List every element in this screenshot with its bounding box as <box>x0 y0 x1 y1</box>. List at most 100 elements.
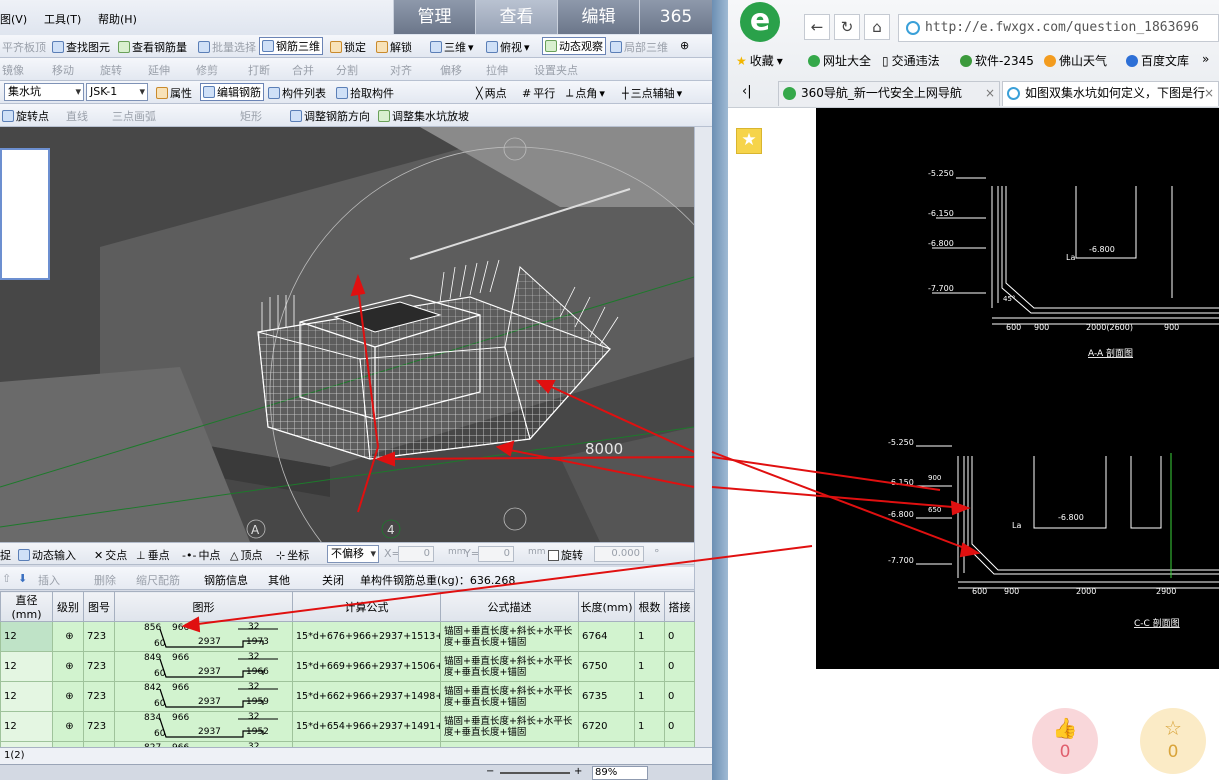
cell-formula[interactable]: 15*d+654+966+2937+1491+41*d <box>292 711 441 742</box>
col-lap[interactable]: 搭接 <box>664 591 695 622</box>
bookmark-software[interactable]: 软件-2345 <box>960 52 1034 69</box>
col-grade[interactable]: 级别 <box>52 591 84 622</box>
col-length[interactable]: 长度(mm) <box>578 591 635 622</box>
tab-question[interactable]: 如图双集水坑如何定义，下图是行 × <box>1002 81 1219 106</box>
y-input[interactable]: 0 <box>478 546 514 562</box>
cell-length[interactable]: 6750 <box>578 651 635 682</box>
two-point-button[interactable]: ╳ 两点 <box>476 85 507 101</box>
cell-grade[interactable]: ⊕ <box>52 651 84 682</box>
refresh-icon[interactable]: ↻ <box>834 14 860 40</box>
insert-button[interactable]: 插入 <box>38 572 60 588</box>
cell-description[interactable]: 锚固+垂直长度+斜长+水平长度+垂直长度+锚固 <box>440 711 579 742</box>
zoom-out-icon[interactable]: − <box>486 766 494 777</box>
bookmark-traffic[interactable]: ▯ 交通违法 <box>882 52 940 69</box>
other-dropdown[interactable]: 其他 <box>268 572 290 588</box>
move-button[interactable]: 移动 <box>52 62 74 78</box>
delete-button[interactable]: 删除 <box>94 572 116 588</box>
zoom-select[interactable]: 89% <box>592 766 648 780</box>
properties-button[interactable]: 属性 <box>156 85 192 101</box>
cell-shape[interactable]: 856 966 32 60 2937 1973 <box>114 621 293 652</box>
rebar-info-button[interactable]: 钢筋信息 <box>204 572 248 588</box>
more-icon[interactable]: ⊕ <box>680 39 689 52</box>
rotate-checkbox[interactable]: 旋转 <box>548 547 583 563</box>
extend-button[interactable]: 延伸 <box>148 62 170 78</box>
align-button[interactable]: 对齐 <box>390 62 412 78</box>
parallel-button[interactable]: # 平行 <box>522 85 555 101</box>
cell-figure-no[interactable]: 723 <box>83 651 115 682</box>
offset-button[interactable]: 偏移 <box>440 62 462 78</box>
midpoint-snap-button[interactable]: -•- 中点 <box>182 547 220 563</box>
favorite-button[interactable]: ☆ 0 <box>1140 708 1206 774</box>
cell-length[interactable]: 6764 <box>578 621 635 652</box>
find-element-button[interactable]: 查找图元 <box>52 39 110 55</box>
bookmark-weather[interactable]: 佛山天气 <box>1044 52 1107 69</box>
cell-count[interactable]: 1 <box>634 621 665 652</box>
cell-shape[interactable]: 849 966 32 60 2937 1966 <box>114 651 293 682</box>
bookmark-site-nav[interactable]: 网址大全 <box>808 52 871 69</box>
edit-rebar-button[interactable]: 编辑钢筋 <box>200 83 264 101</box>
trim-button[interactable]: 修剪 <box>196 62 218 78</box>
local-3d-button[interactable]: 局部三维 <box>610 39 668 55</box>
cell-formula[interactable]: 15*d+669+966+2937+1506+41*d <box>292 651 441 682</box>
cell-lap[interactable]: 0 <box>664 711 695 742</box>
address-bar[interactable]: http://e.fwxgx.com/question_1863696 <box>898 14 1219 42</box>
tab-365[interactable]: 365 <box>639 0 712 34</box>
x-input[interactable]: 0 <box>398 546 434 562</box>
cell-formula[interactable]: 15*d+662+966+2937+1498+41*d <box>292 681 441 712</box>
rebar-3d-button[interactable]: 钢筋三维 <box>259 37 323 55</box>
component-name-select[interactable]: JSK-1 <box>86 83 148 101</box>
mirror-button[interactable]: 镜像 <box>2 62 24 78</box>
col-diameter[interactable]: 直径(mm) <box>0 591 53 622</box>
like-button[interactable]: 👍 0 <box>1032 708 1098 774</box>
cell-length[interactable]: 6735 <box>578 681 635 712</box>
snap-button[interactable]: 捉 <box>0 547 11 563</box>
split-button[interactable]: 分割 <box>336 62 358 78</box>
cell-grade[interactable]: ⊕ <box>52 621 84 652</box>
col-figure-no[interactable]: 图号 <box>83 591 115 622</box>
cell-diameter[interactable]: 12 <box>0 681 53 712</box>
cell-grade[interactable]: ⊕ <box>52 711 84 742</box>
flush-slab-top-button[interactable]: 平齐板顶 <box>2 39 46 55</box>
cell-figure-no[interactable]: 723 <box>83 621 115 652</box>
menu-view[interactable]: 图(V) <box>0 11 27 27</box>
cell-count[interactable]: 1 <box>634 681 665 712</box>
adjust-rebar-direction-button[interactable]: 调整钢筋方向 <box>290 108 370 124</box>
three-point-arc-button[interactable]: 三点画弧 <box>112 108 156 124</box>
batch-select-button[interactable]: 批量选择 <box>198 39 256 55</box>
tab-scroll-left-icon[interactable]: ‹| <box>742 84 752 99</box>
table-row[interactable]: 12 ⊕ 723 842 966 32 60 2937 1959 15*d+662+966+293… <box>0 681 695 712</box>
cell-description[interactable]: 锚固+垂直长度+斜长+水平长度+垂直长度+锚固 <box>440 621 579 652</box>
coordinate-button[interactable]: ⊹ 坐标 <box>276 547 309 563</box>
cell-formula[interactable]: 15*d+676+966+2937+1513+41*d <box>292 621 441 652</box>
unlock-button[interactable]: 解锁 <box>376 39 412 55</box>
zoom-slider[interactable] <box>500 772 570 774</box>
set-grip-button[interactable]: 设置夹点 <box>534 62 578 78</box>
bookmark-wenku[interactable]: 百度文库 <box>1126 52 1189 69</box>
stretch-button[interactable]: 拉伸 <box>486 62 508 78</box>
component-list-button[interactable]: 构件列表 <box>268 85 326 101</box>
dynamic-orbit-button[interactable]: 动态观察 <box>542 37 606 55</box>
menu-tools[interactable]: 工具(T) <box>44 11 81 27</box>
cell-count[interactable]: 1 <box>634 651 665 682</box>
intersection-snap-button[interactable]: ✕ 交点 <box>94 547 127 563</box>
view-rebar-qty-button[interactable]: 查看钢筋量 <box>118 39 187 55</box>
col-shape[interactable]: 图形 <box>114 591 293 622</box>
rotate-point-button[interactable]: 旋转点 <box>2 108 49 124</box>
bookmark-more[interactable]: » <box>1202 52 1209 66</box>
cell-figure-no[interactable]: 723 <box>83 681 115 712</box>
three-point-axis-button[interactable]: ┼ 三点辅轴 ▾ <box>622 85 682 101</box>
tab-edit[interactable]: 编辑 <box>557 0 639 34</box>
cell-lap[interactable]: 0 <box>664 681 695 712</box>
cell-length[interactable]: 6720 <box>578 711 635 742</box>
home-icon[interactable]: ⌂ <box>864 14 890 40</box>
cell-grade[interactable]: ⊕ <box>52 681 84 712</box>
zoom-in-icon[interactable]: + <box>574 766 582 777</box>
table-row[interactable]: 12 ⊕ 723 856 966 32 60 2937 1973 15*d+676+966+293… <box>0 621 695 652</box>
tab-close-icon-2[interactable]: × <box>1204 82 1214 105</box>
cell-lap[interactable]: 0 <box>664 621 695 652</box>
col-count[interactable]: 根数 <box>634 591 665 622</box>
rotate-button[interactable]: 旋转 <box>100 62 122 78</box>
pick-component-button[interactable]: 拾取构件 <box>336 85 394 101</box>
cell-description[interactable]: 锚固+垂直长度+斜长+水平长度+垂直长度+锚固 <box>440 681 579 712</box>
tab-view[interactable]: 查看 <box>475 0 557 34</box>
